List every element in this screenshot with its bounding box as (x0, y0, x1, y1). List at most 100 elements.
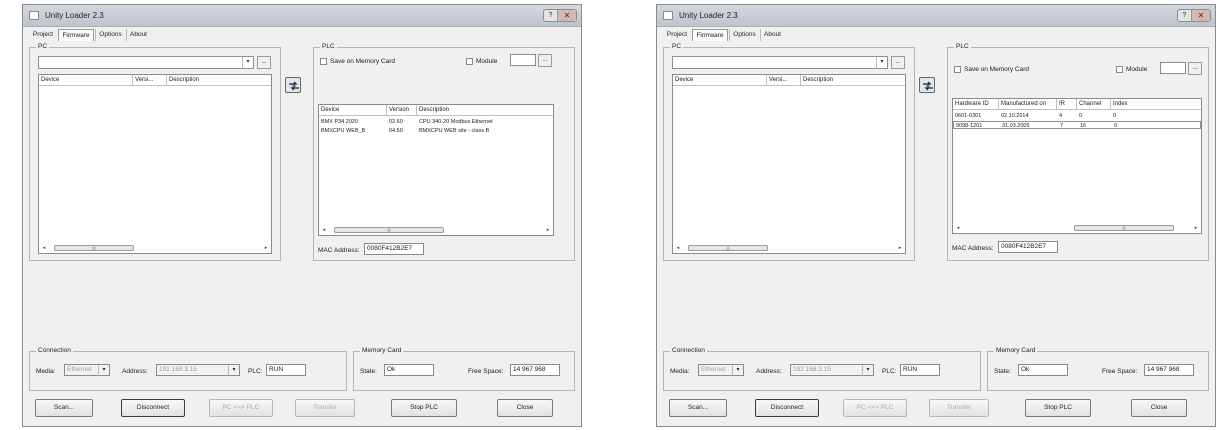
horizontal-scrollbar[interactable]: ◂ ||| ▸ (320, 226, 552, 234)
tab-about[interactable]: About (760, 29, 784, 41)
horizontal-scrollbar[interactable]: ◂ ||| ▸ (40, 244, 270, 252)
chevron-down-icon[interactable]: ▾ (98, 365, 109, 376)
transfer-arrows-button[interactable] (919, 77, 935, 93)
pc-list-header: Device Versi... Description (39, 75, 271, 86)
help-button[interactable]: ? (1178, 10, 1192, 21)
column-header[interactable]: Device (319, 105, 387, 116)
column-header[interactable]: Hardware ID (953, 99, 999, 110)
pc-browse-button[interactable]: ... (891, 56, 905, 69)
scan-button[interactable]: Scan... (35, 399, 93, 417)
plc-device-list[interactable]: Device Version Description BMX P34 2020 … (318, 104, 554, 236)
module-browse-button[interactable]: ... (538, 54, 552, 67)
scroll-right-icon[interactable]: ▸ (1192, 224, 1200, 232)
media-select[interactable]: Ethernet ▾ (64, 364, 110, 376)
scroll-left-icon[interactable]: ◂ (674, 244, 682, 252)
stop-plc-button[interactable]: Stop PLC (1025, 399, 1091, 417)
scroll-thumb[interactable]: ||| (1074, 225, 1174, 231)
module-checkbox[interactable] (466, 58, 473, 65)
save-memory-card-checkbox[interactable] (320, 58, 327, 65)
column-header[interactable]: Description (167, 75, 271, 86)
scan-button[interactable]: Scan... (669, 399, 727, 417)
tab-project[interactable]: Project (29, 29, 57, 41)
transfer-button[interactable]: Transfer (929, 399, 989, 417)
chevron-down-icon[interactable]: ▾ (732, 365, 743, 376)
scroll-left-icon[interactable]: ◂ (954, 224, 962, 232)
column-header[interactable]: Manufactured on (999, 99, 1057, 110)
column-header[interactable]: Versi... (133, 75, 167, 86)
tab-firmware[interactable]: Firmware (58, 29, 94, 41)
close-button[interactable]: Close (497, 399, 553, 417)
column-header[interactable]: Device (673, 75, 767, 86)
scroll-thumb[interactable]: ||| (688, 245, 768, 251)
free-space-label: Free Space: (468, 368, 504, 375)
media-select[interactable]: Ethernet ▾ (698, 364, 744, 376)
table-row[interactable]: 9098-1201 31.03.2005 7 16 0 (953, 121, 1201, 129)
chevron-down-icon[interactable]: ▾ (242, 57, 253, 68)
chevron-down-icon[interactable]: ▾ (862, 365, 873, 376)
column-header[interactable]: IR (1057, 99, 1077, 110)
scroll-left-icon[interactable]: ◂ (40, 244, 48, 252)
mac-address-field[interactable]: 0080F412B2E7 (998, 241, 1058, 253)
tab-project[interactable]: Project (663, 29, 691, 41)
disconnect-button[interactable]: Disconnect (755, 399, 819, 417)
table-row[interactable]: 0601-0301 02.10.2014 4 0 0 (953, 112, 1201, 120)
address-select[interactable]: 192.168.3.15 ▾ (790, 364, 874, 376)
tab-firmware[interactable]: Firmware (692, 29, 728, 41)
tab-options[interactable]: Options (95, 29, 125, 41)
horizontal-scrollbar[interactable]: ◂ ||| ▸ (954, 224, 1200, 232)
chevron-down-icon[interactable]: ▾ (876, 57, 887, 68)
pc-browse-button[interactable]: ... (257, 56, 271, 69)
free-space-field: 14 967 968 (1144, 364, 1194, 376)
column-header[interactable]: Versi... (767, 75, 801, 86)
scroll-right-icon[interactable]: ▸ (544, 226, 552, 234)
stop-plc-button[interactable]: Stop PLC (391, 399, 457, 417)
transfer-arrows-button[interactable] (285, 77, 301, 93)
pc-device-list[interactable]: Device Versi... Description ◂ ||| ▸ (672, 74, 906, 254)
column-header[interactable]: Index (1111, 99, 1201, 110)
state-label: State: (994, 368, 1011, 375)
scroll-thumb[interactable]: ||| (334, 227, 444, 233)
pc-path-combo[interactable]: ▾ (38, 56, 254, 69)
transfer-button[interactable]: Transfer (295, 399, 355, 417)
transfer-icon (289, 81, 299, 91)
table-cell: 16 (1080, 123, 1087, 129)
column-header[interactable]: Device (39, 75, 133, 86)
table-row[interactable]: BMX P34 2020 02.60 CPU 340-20 Modbus Eth… (319, 118, 553, 126)
mac-address-field[interactable]: 0080F412B2E7 (364, 243, 424, 255)
pc-device-list[interactable]: Device Versi... Description ◂ ||| ▸ (38, 74, 272, 254)
help-button[interactable]: ? (544, 10, 558, 21)
module-checkbox[interactable] (1116, 66, 1123, 73)
column-header[interactable]: Channel (1077, 99, 1111, 110)
mac-address-label: MAC Address: (318, 247, 360, 254)
scroll-right-icon[interactable]: ▸ (896, 244, 904, 252)
address-select[interactable]: 192.168.3.15 ▾ (156, 364, 240, 376)
horizontal-scrollbar[interactable]: ◂ ||| ▸ (674, 244, 904, 252)
tab-options[interactable]: Options (729, 29, 759, 41)
column-header[interactable]: Version (387, 105, 417, 116)
scroll-thumb[interactable]: ||| (54, 245, 134, 251)
window-close-button[interactable]: ✕ (558, 10, 576, 21)
pc-plc-button[interactable]: PC <=> PLC (209, 399, 273, 417)
title-bar[interactable]: Unity Loader 2.3 ? ✕ (657, 5, 1215, 27)
window-controls: ? ✕ (543, 9, 577, 22)
chevron-down-icon[interactable]: ▾ (228, 365, 239, 376)
window-close-button[interactable]: ✕ (1192, 10, 1210, 21)
module-browse-button[interactable]: ... (1188, 62, 1202, 75)
module-field[interactable] (510, 54, 536, 66)
window-title: Unity Loader 2.3 (679, 11, 738, 20)
module-field[interactable] (1160, 62, 1186, 74)
close-button[interactable]: Close (1131, 399, 1187, 417)
plc-hardware-list[interactable]: Hardware ID Manufactured on IR Channel I… (952, 98, 1202, 234)
disconnect-button[interactable]: Disconnect (121, 399, 185, 417)
table-row[interactable]: BMXCPU WEB_B 04.50 BMXCPU WEB site - cla… (319, 127, 553, 135)
pc-path-combo[interactable]: ▾ (672, 56, 888, 69)
title-bar[interactable]: Unity Loader 2.3 ? ✕ (23, 5, 581, 27)
column-header[interactable]: Description (417, 105, 553, 116)
tab-about[interactable]: About (126, 29, 150, 41)
pc-plc-button[interactable]: PC <=> PLC (843, 399, 907, 417)
column-header[interactable]: Description (801, 75, 905, 86)
window-controls: ? ✕ (1177, 9, 1211, 22)
scroll-left-icon[interactable]: ◂ (320, 226, 328, 234)
save-memory-card-checkbox[interactable] (954, 66, 961, 73)
scroll-right-icon[interactable]: ▸ (262, 244, 270, 252)
